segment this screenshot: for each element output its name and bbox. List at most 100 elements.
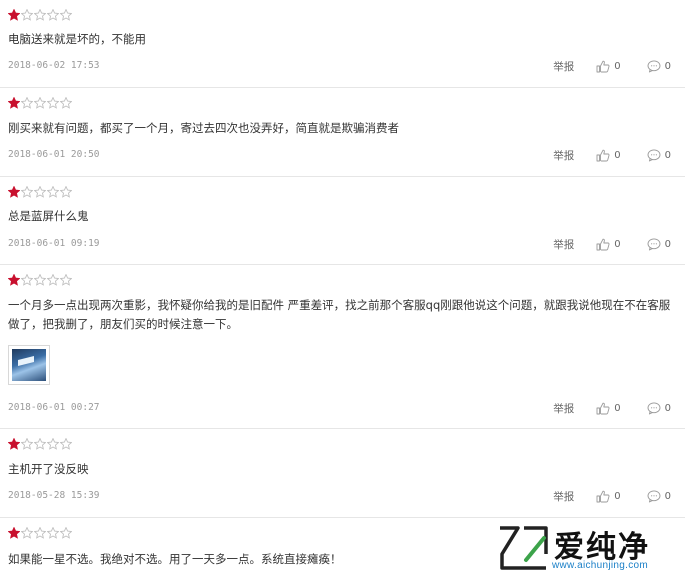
like-count: 0: [614, 490, 621, 502]
like-count: 0: [614, 149, 621, 161]
thumbs-up-icon: [596, 149, 610, 162]
star-empty-icon: [60, 97, 72, 109]
report-button[interactable]: 举报: [553, 489, 574, 504]
star-filled-icon: [8, 438, 20, 450]
star-empty-icon: [47, 527, 59, 539]
star-filled-icon: [8, 186, 20, 198]
star-rating: [8, 97, 72, 109]
star-empty-icon: [34, 9, 46, 21]
comment-button[interactable]: 0: [647, 489, 671, 503]
review-actions: 举报 0 0: [553, 400, 671, 416]
watermark-url: www.aichunjing.com: [552, 560, 648, 571]
comment-button[interactable]: 0: [647, 237, 671, 251]
star-empty-icon: [34, 438, 46, 450]
like-count: 0: [614, 60, 621, 72]
review-text: 主机开了没反映: [8, 462, 89, 476]
star-empty-icon: [21, 97, 33, 109]
star-filled-icon: [8, 527, 20, 539]
star-empty-icon: [21, 527, 33, 539]
review-date: 2018-06-01 00:27: [8, 402, 100, 413]
star-empty-icon: [60, 438, 72, 450]
star-rating: [8, 527, 72, 539]
star-empty-icon: [60, 186, 72, 198]
review-date: 2018-06-01 09:19: [8, 238, 100, 249]
star-empty-icon: [60, 9, 72, 21]
thumbs-up-icon: [596, 402, 610, 415]
watermark-logo-icon: [500, 526, 548, 570]
star-empty-icon: [21, 186, 33, 198]
review-actions: 举报 0 0: [553, 488, 671, 504]
review-actions: 举报 0 0: [553, 147, 671, 163]
star-empty-icon: [47, 438, 59, 450]
like-button[interactable]: 0: [596, 490, 621, 503]
review-date: 2018-06-01 20:50: [8, 149, 100, 160]
star-empty-icon: [47, 274, 59, 286]
review-text: 电脑送来就是坏的，不能用: [8, 32, 146, 46]
like-button[interactable]: 0: [596, 238, 621, 251]
report-button[interactable]: 举报: [553, 401, 574, 416]
comment-count: 0: [664, 60, 671, 72]
comment-button[interactable]: 0: [647, 59, 671, 73]
comment-icon: [647, 148, 661, 162]
report-button[interactable]: 举报: [553, 237, 574, 252]
star-empty-icon: [47, 9, 59, 21]
site-watermark: 爱纯净 www.aichunjing.com: [490, 522, 685, 576]
like-count: 0: [614, 402, 621, 414]
review-meta: 2018-06-01 20:50 举报 0 0: [8, 147, 677, 163]
comment-icon: [647, 401, 661, 415]
star-empty-icon: [21, 9, 33, 21]
comment-count: 0: [664, 238, 671, 250]
thumbs-up-icon: [596, 238, 610, 251]
star-filled-icon: [8, 9, 20, 21]
star-empty-icon: [34, 186, 46, 198]
review-item: 电脑送来就是坏的，不能用 2018-06-02 17:53 举报 0 0: [0, 0, 685, 88]
thumbs-up-icon: [596, 490, 610, 503]
review-actions: 举报 0 0: [553, 236, 671, 252]
thumbs-up-icon: [596, 60, 610, 73]
comment-button[interactable]: 0: [647, 401, 671, 415]
star-empty-icon: [34, 97, 46, 109]
comment-count: 0: [664, 149, 671, 161]
star-empty-icon: [47, 97, 59, 109]
comment-count: 0: [664, 402, 671, 414]
star-rating: [8, 9, 72, 21]
like-count: 0: [614, 238, 621, 250]
review-actions: 举报 0 0: [553, 58, 671, 74]
review-text: 总是蓝屏什么鬼: [8, 209, 89, 223]
star-filled-icon: [8, 97, 20, 109]
review-meta: 2018-06-02 17:53 举报 0 0: [8, 58, 677, 74]
review-meta: 2018-05-28 15:39 举报 0 0: [8, 488, 677, 504]
review-text: 一个月多一点出现两次重影，我怀疑你给我的是旧配件 严重差评，找之前那个客服qq刚…: [8, 298, 671, 331]
star-rating: [8, 186, 72, 198]
comment-icon: [647, 237, 661, 251]
like-button[interactable]: 0: [596, 402, 621, 415]
review-date: 2018-05-28 15:39: [8, 490, 100, 501]
comment-button[interactable]: 0: [647, 148, 671, 162]
like-button[interactable]: 0: [596, 149, 621, 162]
star-empty-icon: [60, 527, 72, 539]
star-filled-icon: [8, 274, 20, 286]
star-empty-icon: [21, 274, 33, 286]
star-empty-icon: [21, 438, 33, 450]
review-meta: 2018-06-01 09:19 举报 0 0: [8, 236, 677, 252]
review-text: 刚买来就有问题，都买了一个月，寄过去四次也没弄好，简直就是欺骗消费者: [8, 121, 399, 135]
comment-icon: [647, 489, 661, 503]
review-item: 主机开了没反映 2018-05-28 15:39 举报 0 0: [0, 429, 685, 518]
review-item: 刚买来就有问题，都买了一个月，寄过去四次也没弄好，简直就是欺骗消费者 2018-…: [0, 88, 685, 177]
review-item: 一个月多一点出现两次重影，我怀疑你给我的是旧配件 严重差评，找之前那个客服qq刚…: [0, 265, 685, 429]
review-meta: 2018-06-01 00:27 举报 0 0: [8, 400, 677, 416]
star-empty-icon: [60, 274, 72, 286]
like-button[interactable]: 0: [596, 60, 621, 73]
comment-icon: [647, 59, 661, 73]
review-photo: [12, 349, 46, 381]
star-rating: [8, 438, 72, 450]
review-photo-thumbnail[interactable]: [8, 345, 50, 385]
star-rating: [8, 274, 72, 286]
star-empty-icon: [47, 186, 59, 198]
comment-count: 0: [664, 490, 671, 502]
star-empty-icon: [34, 274, 46, 286]
review-date: 2018-06-02 17:53: [8, 60, 100, 71]
review-item: 总是蓝屏什么鬼 2018-06-01 09:19 举报 0 0: [0, 177, 685, 265]
report-button[interactable]: 举报: [553, 59, 574, 74]
report-button[interactable]: 举报: [553, 148, 574, 163]
